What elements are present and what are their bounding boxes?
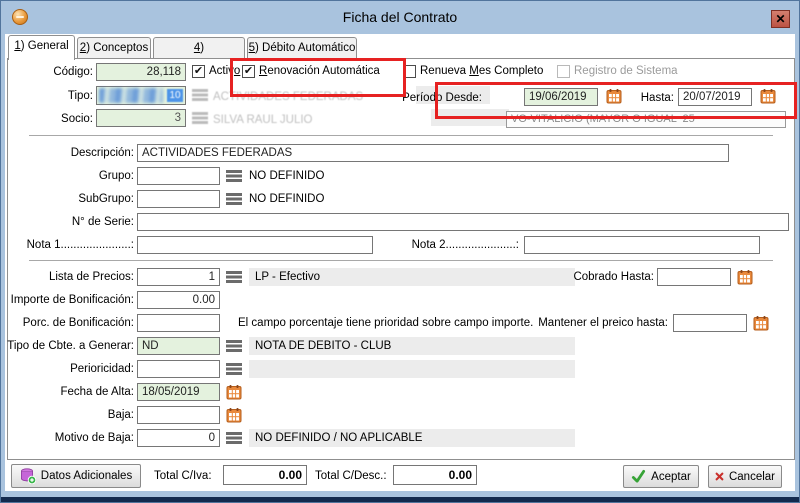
window-bottom-edge — [1, 497, 799, 502]
cancelar-button[interactable]: Cancelar — [708, 465, 782, 488]
lista-precios-lookup-icon[interactable] — [226, 270, 242, 285]
renueva-mes-label: Renueva Mes Completo — [420, 64, 543, 80]
perioricidad-input[interactable] — [137, 360, 220, 378]
cobrado-hasta-label: Cobrado Hasta: — [571, 268, 654, 286]
dialog-window: Ficha del Contrato ✕ 1) General 2) Conce… — [0, 0, 800, 503]
mantener-precio-input[interactable] — [673, 314, 747, 332]
tipo-cbte-description: NOTA DE DEBITO - CLUB — [249, 337, 575, 355]
motivo-baja-description: NO DEFINIDO / NO APLICABLE — [249, 429, 575, 447]
redaction-scribble — [99, 88, 163, 103]
descripcion-label: Descripción: — [6, 144, 134, 162]
importe-bonificacion-label: Importe de Bonificación: — [6, 291, 134, 309]
porcentaje-note: El campo porcentaje tiene prioridad sobr… — [238, 314, 533, 332]
title-bar: Ficha del Contrato ✕ — [1, 1, 799, 34]
activo-checkbox[interactable]: ✔ — [192, 65, 205, 78]
tipo-cbte-input[interactable] — [137, 337, 220, 355]
socio-label: Socio: — [21, 110, 93, 128]
perioricidad-label: Perioricidad: — [6, 360, 134, 378]
lista-precios-label: Lista de Precios: — [6, 268, 134, 286]
separator — [29, 135, 773, 137]
total-desc-input[interactable] — [393, 465, 477, 485]
socio-lookup-icon[interactable] — [192, 111, 208, 126]
tab-observaciones[interactable]: 4) Observaciones — [153, 37, 245, 59]
total-iva-label: Total C/Iva: — [154, 467, 212, 485]
tipo-redacted-value: 10 — [167, 89, 183, 102]
mantener-precio-label: Mantener el preico hasta: — [526, 314, 668, 332]
red-x-icon — [715, 470, 724, 483]
renueva-mes-checkbox[interactable] — [403, 65, 416, 78]
tab-general[interactable]: 1) General — [8, 35, 75, 60]
datos-adicionales-button[interactable]: Datos Adicionales — [11, 464, 141, 488]
socio-categoria-box: VO-VITALICIO (MAYOR O IGUAL 25 — [506, 111, 786, 128]
serie-input[interactable] — [137, 213, 789, 231]
tipo-label: Tipo: — [21, 87, 93, 105]
grupo-description: NO DEFINIDO — [249, 167, 324, 185]
total-desc-label: Total C/Desc.: — [315, 467, 387, 485]
close-button[interactable]: ✕ — [771, 10, 790, 28]
activo-label: Activo — [209, 64, 240, 80]
tipo-cbte-label: Tipo de Cbte. a Generar: — [6, 337, 134, 355]
porc-bonificacion-input[interactable] — [137, 314, 220, 332]
separator — [29, 260, 773, 262]
tipo-lookup-icon[interactable] — [192, 88, 208, 103]
subgrupo-description: NO DEFINIDO — [249, 190, 324, 208]
perioricidad-readonly-bar — [249, 360, 575, 378]
registro-sistema-checkbox — [557, 65, 570, 78]
total-iva-input[interactable] — [223, 465, 307, 485]
porc-bonificacion-label: Porc. de Bonificación: — [6, 314, 134, 332]
codigo-input[interactable] — [96, 63, 186, 81]
tab-debito-automatico[interactable]: 5) Débito Automático — [247, 37, 357, 59]
tipo-input[interactable]: 10 — [96, 86, 186, 105]
renovacion-automatica-checkbox[interactable]: ✔ — [242, 65, 255, 78]
dialog-client-area: 1) General 2) Conceptos 4) Observaciones… — [5, 34, 795, 491]
hasta-calendar-icon[interactable] — [760, 88, 776, 103]
tipo-description: ACTIVIDADES FEDERADAS — [213, 88, 363, 106]
lista-precios-input[interactable] — [137, 268, 220, 286]
window-title: Ficha del Contrato — [1, 9, 799, 25]
tab-conceptos[interactable]: 2) Conceptos — [77, 37, 151, 59]
motivo-baja-lookup-icon[interactable] — [226, 431, 242, 446]
lista-precios-description: LP - Efectivo — [249, 268, 575, 286]
socio-description: SILVA RAUL JULIO — [213, 111, 313, 129]
baja-input[interactable] — [137, 406, 220, 424]
grupo-label: Grupo: — [6, 167, 134, 185]
tipo-cbte-lookup-icon[interactable] — [226, 339, 242, 354]
periodo-desde-label: Período Desde: — [370, 89, 482, 107]
database-add-icon — [20, 468, 36, 484]
green-check-icon — [631, 469, 646, 484]
nota1-input[interactable] — [137, 236, 373, 254]
subgrupo-label: SubGrupo: — [6, 190, 134, 208]
descripcion-input[interactable] — [137, 144, 729, 162]
baja-label: Baja: — [6, 406, 134, 424]
serie-label: N° de Serie: — [6, 213, 134, 231]
cobrado-hasta-input[interactable] — [657, 268, 731, 286]
nota2-input[interactable] — [524, 236, 760, 254]
renovacion-automatica-label: Renovación Automática — [259, 64, 380, 80]
subgrupo-input[interactable] — [137, 190, 220, 208]
importe-bonificacion-input[interactable] — [137, 291, 220, 309]
hasta-input[interactable] — [678, 88, 752, 106]
fecha-alta-calendar-icon[interactable] — [226, 384, 242, 399]
motivo-baja-input[interactable] — [137, 429, 220, 447]
baja-calendar-icon[interactable] — [226, 407, 242, 422]
subgrupo-lookup-icon[interactable] — [226, 192, 242, 207]
perioricidad-lookup-icon[interactable] — [226, 362, 242, 377]
motivo-baja-label: Motivo de Baja: — [6, 429, 134, 447]
grupo-lookup-icon[interactable] — [226, 169, 242, 184]
socio-readonly-bar — [431, 109, 509, 126]
aceptar-button[interactable]: Aceptar — [623, 465, 699, 488]
grupo-input[interactable] — [137, 167, 220, 185]
nota1-label: Nota 1......................: — [6, 236, 134, 254]
codigo-label: Código: — [21, 63, 93, 81]
hasta-label: Hasta: — [598, 89, 674, 107]
cobrado-hasta-calendar-icon[interactable] — [737, 269, 753, 284]
fecha-alta-label: Fecha de Alta: — [6, 383, 134, 401]
registro-sistema-label: Registro de Sistema — [574, 64, 678, 80]
mantener-precio-calendar-icon[interactable] — [753, 315, 769, 330]
periodo-desde-input[interactable] — [524, 88, 598, 106]
fecha-alta-input[interactable] — [137, 383, 220, 401]
nota2-label: Nota 2......................: — [397, 236, 519, 254]
socio-input[interactable] — [96, 109, 186, 127]
